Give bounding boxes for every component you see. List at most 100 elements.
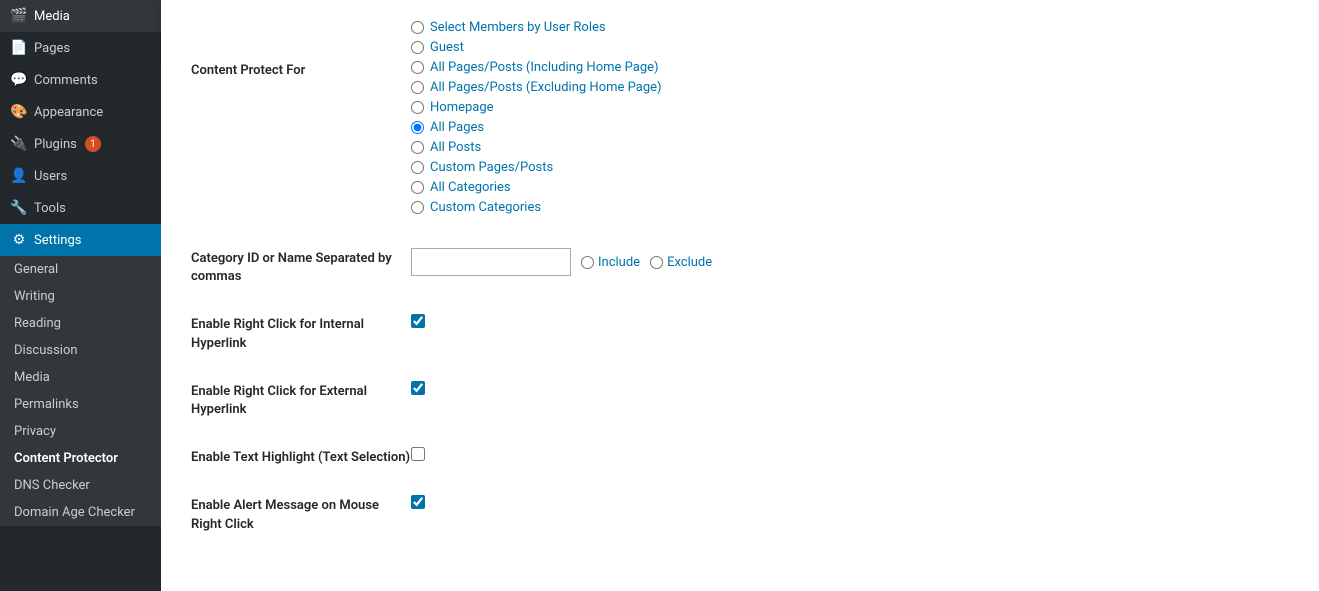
radio-all-pages-label: All Pages: [430, 120, 484, 135]
sidebar-item-media-label: Media: [34, 9, 70, 24]
settings-icon: ⚙: [10, 232, 28, 248]
radio-all-posts-input[interactable]: [411, 141, 424, 154]
right-click-internal-control: [411, 314, 1289, 328]
radio-all-posts[interactable]: All Posts: [411, 140, 1289, 155]
radio-all-categories-input[interactable]: [411, 181, 424, 194]
users-icon: 👤: [10, 168, 28, 184]
radio-all-pages-incl-input[interactable]: [411, 61, 424, 74]
radio-all-posts-label: All Posts: [430, 140, 481, 155]
content-inner: Select Members by User Roles Guest Conte…: [161, 0, 1319, 591]
sidebar-item-settings[interactable]: ⚙ Settings: [0, 224, 161, 256]
sidebar: 🎬 Media Library Add New Media File 📄 Pag…: [0, 0, 161, 591]
radio-custom-pages-posts[interactable]: Custom Pages/Posts: [411, 160, 1289, 175]
radio-custom-categories[interactable]: Custom Categories: [411, 200, 1289, 215]
plugins-icon: 🔌: [10, 136, 28, 152]
radio-exclude-label[interactable]: Exclude: [650, 255, 712, 270]
alert-message-label: Enable Alert Message on Mouse Right Clic…: [191, 495, 411, 533]
category-id-row: Category ID or Name Separated by commas …: [191, 248, 1289, 286]
main-content: Select Members by User Roles Guest Conte…: [161, 0, 1319, 591]
radio-select-members[interactable]: Select Members by User Roles: [411, 20, 1289, 35]
sub-item-discussion[interactable]: Discussion: [0, 337, 161, 364]
sidebar-item-plugins-label: Plugins: [34, 137, 77, 152]
sub-item-general[interactable]: General: [0, 256, 161, 283]
sidebar-item-tools-label: Tools: [34, 201, 66, 216]
radio-homepage-label: Homepage: [430, 100, 494, 115]
sub-item-domain-age-checker[interactable]: Domain Age Checker: [0, 499, 161, 526]
category-input[interactable]: [411, 248, 571, 276]
category-input-row: Include Exclude: [411, 248, 1289, 276]
radio-select-members-label: Select Members by User Roles: [430, 20, 606, 35]
sidebar-item-plugins[interactable]: 🔌 Plugins 1: [0, 128, 161, 160]
radio-guest[interactable]: Guest: [411, 40, 1289, 55]
sub-item-writing[interactable]: Writing: [0, 283, 161, 310]
alert-message-checkbox[interactable]: [411, 495, 425, 509]
pages-icon: 📄: [10, 40, 28, 56]
radio-custom-categories-label: Custom Categories: [430, 200, 541, 215]
sidebar-item-pages[interactable]: 📄 Pages: [0, 32, 161, 64]
content-protect-label: Content Protect For: [191, 60, 411, 80]
exclude-label: Exclude: [667, 255, 712, 270]
text-highlight-row: Enable Text Highlight (Text Selection): [191, 447, 1289, 467]
radio-all-pages-incl-label: All Pages/Posts (Including Home Page): [430, 60, 659, 75]
radio-exclude-input[interactable]: [650, 256, 663, 269]
category-id-label: Category ID or Name Separated by commas: [191, 248, 411, 286]
radio-all-pages-excl-input[interactable]: [411, 81, 424, 94]
sidebar-item-users-label: Users: [34, 169, 67, 184]
top-radio-label: [191, 20, 411, 22]
radio-all-pages-input[interactable]: [411, 121, 424, 134]
radio-all-pages[interactable]: All Pages: [411, 120, 1289, 135]
radio-custom-categories-input[interactable]: [411, 201, 424, 214]
radio-homepage-input[interactable]: [411, 101, 424, 114]
sidebar-item-tools[interactable]: 🔧 Tools: [0, 192, 161, 224]
radio-all-pages-excl[interactable]: All Pages/Posts (Excluding Home Page): [411, 80, 1289, 95]
sub-item-content-protector[interactable]: Content Protector: [0, 445, 161, 472]
sub-item-permalinks[interactable]: Permalinks: [0, 391, 161, 418]
radio-guest-input[interactable]: [411, 41, 424, 54]
alert-message-row: Enable Alert Message on Mouse Right Clic…: [191, 495, 1289, 533]
sub-item-privacy[interactable]: Privacy: [0, 418, 161, 445]
alert-message-checkbox-row: [411, 495, 1289, 509]
text-highlight-checkbox-row: [411, 447, 1289, 461]
text-highlight-control: [411, 447, 1289, 461]
sidebar-item-comments[interactable]: 💬 Comments: [0, 64, 161, 96]
radio-all-pages-excl-label: All Pages/Posts (Excluding Home Page): [430, 80, 662, 95]
radio-custom-pages-posts-input[interactable]: [411, 161, 424, 174]
radio-homepage[interactable]: Homepage: [411, 100, 1289, 115]
right-click-internal-checkbox-row: [411, 314, 1289, 328]
top-radio-options: Select Members by User Roles Guest: [411, 20, 1289, 60]
plugins-badge: 1: [85, 136, 101, 152]
right-click-external-control: [411, 381, 1289, 395]
radio-all-categories[interactable]: All Categories: [411, 180, 1289, 195]
right-click-external-checkbox-row: [411, 381, 1289, 395]
sub-item-dns-checker[interactable]: DNS Checker: [0, 472, 161, 499]
tools-icon: 🔧: [10, 200, 28, 216]
right-click-internal-label: Enable Right Click for Internal Hyperlin…: [191, 314, 411, 352]
sidebar-item-settings-label: Settings: [34, 233, 81, 248]
text-highlight-label: Enable Text Highlight (Text Selection): [191, 447, 411, 467]
alert-message-control: [411, 495, 1289, 509]
sidebar-item-media[interactable]: 🎬 Media: [0, 0, 161, 32]
content-protect-row: Content Protect For All Pages/Posts (Inc…: [191, 60, 1289, 220]
sub-item-media[interactable]: Media: [0, 364, 161, 391]
top-radio-group: Select Members by User Roles Guest: [191, 20, 1289, 60]
sub-item-reading[interactable]: Reading: [0, 310, 161, 337]
sidebar-item-users[interactable]: 👤 Users: [0, 160, 161, 192]
radio-guest-label: Guest: [430, 40, 464, 55]
include-label: Include: [598, 255, 640, 270]
radio-select-members-input[interactable]: [411, 21, 424, 34]
right-click-external-checkbox[interactable]: [411, 381, 425, 395]
text-highlight-checkbox[interactable]: [411, 447, 425, 461]
radio-all-pages-incl[interactable]: All Pages/Posts (Including Home Page): [411, 60, 1289, 75]
sidebar-item-pages-label: Pages: [34, 41, 70, 56]
right-click-internal-checkbox[interactable]: [411, 314, 425, 328]
right-click-external-label: Enable Right Click for External Hyperlin…: [191, 381, 411, 419]
radio-custom-pages-posts-label: Custom Pages/Posts: [430, 160, 553, 175]
appearance-icon: 🎨: [10, 104, 28, 120]
right-click-internal-row: Enable Right Click for Internal Hyperlin…: [191, 314, 1289, 352]
radio-include-label[interactable]: Include: [581, 255, 640, 270]
sidebar-item-appearance[interactable]: 🎨 Appearance: [0, 96, 161, 128]
radio-include-input[interactable]: [581, 256, 594, 269]
sidebar-item-appearance-label: Appearance: [34, 105, 103, 120]
sidebar-item-comments-label: Comments: [34, 73, 98, 88]
content-protect-options: All Pages/Posts (Including Home Page) Al…: [411, 60, 1289, 220]
